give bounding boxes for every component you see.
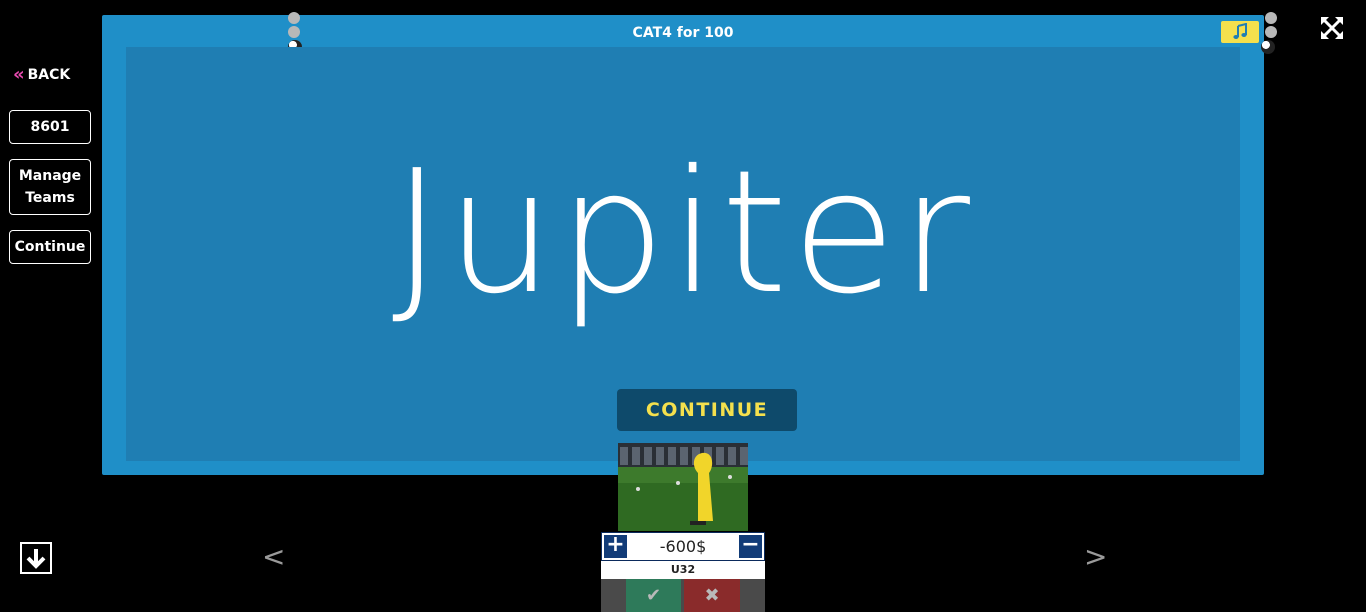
board-title: CAT4 for 100 [632, 25, 734, 41]
judge-row: ✔ ✖ [601, 579, 765, 612]
answer-text: Jupiter [391, 134, 975, 332]
score-plus-button[interactable]: + [604, 534, 627, 558]
next-arrow[interactable]: > [1084, 540, 1107, 573]
manage-teams-label-line2: Teams [25, 190, 75, 206]
question-board: CAT4 for 100 Jupiter CONTINUE [102, 12, 1277, 475]
double-chevron-left-icon: « [13, 64, 25, 85]
fullscreen-button[interactable] [1320, 16, 1344, 40]
mark-correct-button[interactable]: ✔ [626, 579, 681, 612]
score-minus-button[interactable]: − [739, 534, 762, 558]
team-avatar [618, 443, 748, 531]
game-code-label: 8601 [30, 119, 70, 135]
fullscreen-expand-icon [1321, 17, 1343, 39]
continue-side-button[interactable]: Continue [9, 230, 91, 264]
team-score[interactable]: -600$ [629, 537, 737, 556]
answer-panel: Jupiter CONTINUE [126, 47, 1240, 461]
mark-wrong-button[interactable]: ✖ [684, 579, 740, 612]
scroll-down-button[interactable] [20, 542, 52, 574]
manage-teams-button[interactable]: Manage Teams [9, 159, 91, 215]
continue-button[interactable]: CONTINUE [617, 389, 797, 431]
continue-side-label: Continue [14, 239, 86, 255]
back-link[interactable]: « BACK [13, 64, 71, 85]
team-name: U32 [601, 561, 765, 579]
manage-teams-label-line1: Manage [18, 168, 82, 184]
team-score-row: + -600$ − [601, 532, 765, 561]
back-label: BACK [27, 67, 71, 83]
prev-arrow[interactable]: < [262, 540, 285, 573]
game-code-button[interactable]: 8601 [9, 110, 91, 144]
manage-teams-label: Manage Teams [19, 165, 81, 209]
music-button[interactable] [1221, 21, 1259, 43]
check-icon: ✔ [645, 585, 662, 606]
arrow-down-icon [26, 549, 46, 569]
close-icon: ✖ [704, 585, 720, 606]
music-note-icon [1233, 23, 1247, 39]
